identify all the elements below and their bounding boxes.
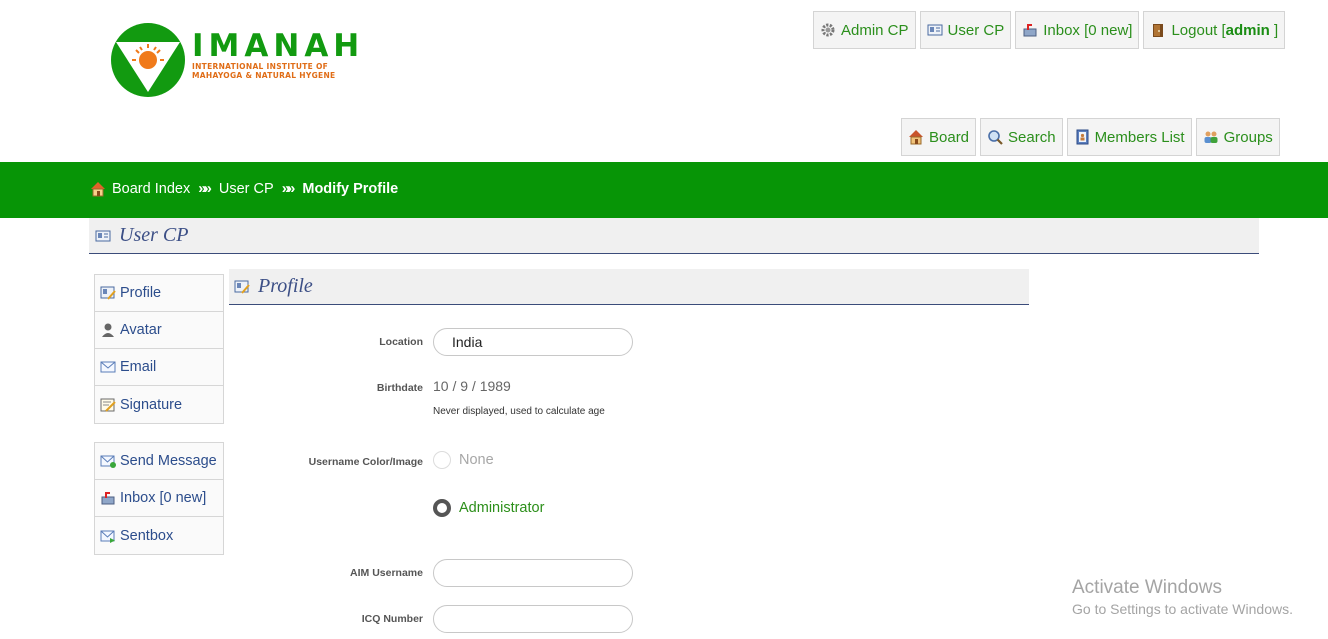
radio-option-administrator[interactable]: Administrator bbox=[433, 499, 544, 517]
location-input[interactable] bbox=[433, 328, 633, 356]
sidebar-item-label: Send Message bbox=[120, 453, 217, 469]
profile-edit-icon bbox=[234, 279, 250, 295]
breadcrumb-separator: »» bbox=[198, 180, 212, 197]
search-label: Search bbox=[1008, 128, 1056, 146]
sidebar-item-label: Sentbox bbox=[120, 527, 174, 544]
sidebar-profile-group: Profile Avatar Email Signature bbox=[94, 274, 224, 424]
breadcrumb-current: Modify Profile bbox=[302, 180, 399, 197]
logo-subtitle-line2: MAHAYOGA & NATURAL HYGENE bbox=[192, 71, 336, 80]
sidebar-item-label: Inbox [0 new] bbox=[120, 490, 207, 506]
breadcrumb-user-cp[interactable]: User CP bbox=[219, 181, 274, 197]
envelope-icon bbox=[100, 359, 116, 375]
address-book-icon bbox=[1074, 129, 1090, 145]
radio-label: Administrator bbox=[459, 500, 545, 516]
sidebar-item-signature[interactable]: Signature bbox=[95, 386, 223, 423]
aim-label: AIM Username bbox=[350, 567, 423, 579]
admin-cp-label: Admin CP bbox=[841, 21, 909, 39]
sidebar-item-profile[interactable]: Profile bbox=[95, 275, 223, 312]
mailbox-icon bbox=[1022, 22, 1038, 38]
radio-option-none[interactable]: None bbox=[433, 451, 494, 469]
birthdate-label: Birthdate bbox=[376, 382, 423, 394]
section-header: User CP bbox=[89, 218, 1259, 254]
site-logo[interactable]: IMANAH INTERNATIONAL INSTITUTE OF MAHAYO… bbox=[110, 22, 380, 97]
mailbox-icon bbox=[100, 490, 116, 506]
aim-username-input[interactable] bbox=[433, 559, 633, 587]
members-list-button[interactable]: Members List bbox=[1066, 118, 1192, 156]
groups-button[interactable]: Groups bbox=[1195, 118, 1280, 156]
logout-label: Logout [admin ] bbox=[1171, 22, 1278, 39]
breadcrumb-separator: »» bbox=[281, 180, 296, 197]
gear-icon bbox=[820, 22, 836, 38]
home-icon bbox=[908, 129, 924, 145]
board-label: Board bbox=[929, 128, 970, 146]
sidebar-item-label: Signature bbox=[120, 396, 183, 413]
logout-prefix: Logout [ bbox=[1171, 21, 1226, 39]
watermark-subtitle: Go to Settings to activate Windows. bbox=[1072, 601, 1293, 617]
imanah-logo-icon bbox=[111, 23, 185, 97]
profile-panel-title: Profile bbox=[258, 275, 313, 297]
icq-label: ICQ Number bbox=[361, 613, 423, 625]
location-label: Location bbox=[379, 336, 423, 348]
user-cp-label: User CP bbox=[947, 21, 1005, 39]
username-color-label: Username Color/Image bbox=[308, 456, 423, 468]
sidebar-item-inbox[interactable]: Inbox [0 new] bbox=[95, 480, 223, 517]
breadcrumb: Board Index »» User CP »» Modify Profile bbox=[90, 180, 398, 197]
home-icon bbox=[90, 181, 106, 197]
groups-label: Groups bbox=[1223, 128, 1273, 146]
send-mail-icon bbox=[100, 453, 116, 469]
inbox-label: Inbox [0 new] bbox=[1043, 21, 1133, 39]
sidebar-messages-group: Send Message Inbox [0 new] Sentbox bbox=[94, 442, 224, 555]
logout-suffix: ] bbox=[1269, 21, 1279, 39]
breadcrumb-bar: Board Index »» User CP »» Modify Profile bbox=[0, 162, 1328, 218]
search-icon bbox=[987, 129, 1003, 145]
radio-button[interactable] bbox=[433, 451, 451, 469]
sidebar-item-label: Avatar bbox=[120, 322, 162, 338]
icq-number-input[interactable] bbox=[433, 605, 633, 633]
sidebar-item-send-message[interactable]: Send Message bbox=[95, 443, 223, 480]
sidebar-item-label: Email bbox=[120, 359, 157, 375]
logo-subtitle-line1: INTERNATIONAL INSTITUTE OF bbox=[192, 62, 329, 71]
breadcrumb-board-index[interactable]: Board Index bbox=[112, 181, 190, 197]
inbox-button[interactable]: Inbox [0 new] bbox=[1015, 11, 1140, 49]
watermark-title: Activate Windows bbox=[1072, 577, 1222, 598]
logout-button[interactable]: Logout [admin ] bbox=[1143, 11, 1286, 49]
search-button[interactable]: Search bbox=[980, 118, 1063, 156]
activate-windows-watermark: Activate Windows Go to Settings to activ… bbox=[1072, 577, 1293, 617]
sidebar-item-email[interactable]: Email bbox=[95, 349, 223, 386]
sidebar-item-avatar[interactable]: Avatar bbox=[95, 312, 223, 349]
top-links: Admin CP User CP Inbox [0 new] Logout [a… bbox=[813, 11, 1286, 49]
logout-username: admin bbox=[1225, 21, 1270, 39]
profile-panel-header: Profile bbox=[229, 269, 1029, 305]
id-card-icon bbox=[927, 22, 943, 38]
main-nav: Board Search Members List Groups bbox=[901, 118, 1280, 156]
logo-subtitle: INTERNATIONAL INSTITUTE OF MAHAYOGA & NA… bbox=[192, 62, 335, 80]
profile-edit-icon bbox=[100, 285, 116, 301]
radio-button-selected[interactable] bbox=[433, 499, 451, 517]
user-cp-button[interactable]: User CP bbox=[919, 11, 1012, 49]
door-icon bbox=[1150, 22, 1166, 38]
user-icon bbox=[100, 322, 116, 338]
admin-cp-button[interactable]: Admin CP bbox=[813, 11, 916, 49]
sidebar-item-label: Profile bbox=[120, 285, 162, 301]
id-card-icon bbox=[95, 228, 111, 244]
members-list-label: Members List bbox=[1094, 128, 1185, 146]
users-group-icon bbox=[1203, 129, 1219, 145]
section-title: User CP bbox=[119, 224, 189, 246]
birthdate-hint: Never displayed, used to calculate age bbox=[433, 406, 605, 417]
radio-label: None bbox=[459, 452, 494, 468]
sent-mail-icon bbox=[100, 528, 116, 544]
birthdate-value: 10 / 9 / 1989 bbox=[433, 378, 511, 394]
signature-icon bbox=[100, 397, 116, 413]
board-button[interactable]: Board bbox=[901, 118, 977, 156]
logo-wordmark: IMANAH bbox=[192, 28, 365, 64]
sidebar-item-sentbox[interactable]: Sentbox bbox=[95, 517, 223, 554]
